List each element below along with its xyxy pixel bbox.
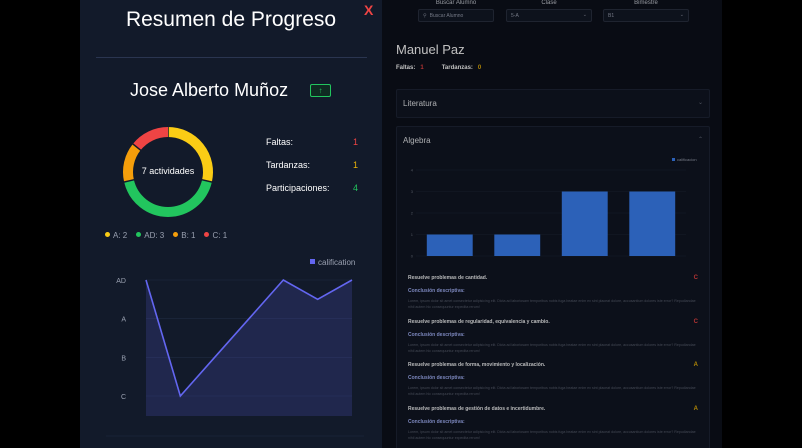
legend-item: C: 1	[204, 231, 227, 240]
page: Buscar Alumno ⚲ Buscar Alumno Clase 5-A ⌄…	[0, 0, 802, 448]
legend-label: C: 1	[212, 231, 228, 240]
divider	[96, 57, 367, 58]
stat-label: Participaciones:	[266, 183, 330, 193]
legend-dot	[204, 232, 210, 237]
donut-legend: A: 2 AD: 3 B: 1 C: 1	[105, 231, 236, 240]
y-tick-label: B	[121, 355, 126, 362]
legend-label: A: 2	[113, 231, 128, 240]
legend-label: B: 1	[181, 231, 196, 240]
legend-label: calification	[318, 258, 356, 267]
series-area	[146, 280, 352, 416]
y-tick-label: C	[121, 394, 126, 401]
right-margin	[722, 0, 802, 448]
donut-slice-ad	[124, 179, 212, 217]
stat-participaciones: Participaciones: 4	[266, 183, 358, 193]
stat-label: Tardanzas:	[266, 160, 311, 170]
modal-student-name: Jose Alberto Muñoz	[130, 80, 289, 100]
line-chart-legend: calification	[310, 258, 355, 267]
stat-value: 1	[352, 137, 358, 147]
donut-slice-c	[132, 127, 169, 151]
calification-area-chart: C B A AD	[106, 278, 364, 437]
left-margin	[0, 0, 80, 448]
donut-center-label: 7 actividades	[141, 166, 195, 176]
modal-title: Resumen de Progreso	[125, 8, 337, 31]
stat-tardanzas: Tardanzas: 1	[266, 160, 358, 170]
legend-swatch	[310, 259, 315, 264]
legend-dot	[173, 232, 179, 237]
legend-dot	[136, 232, 142, 237]
legend-item: A: 2	[105, 231, 127, 240]
stat-value: 1	[352, 160, 358, 170]
legend-item: B: 1	[173, 231, 195, 240]
stat-faltas: Faltas: 1	[266, 137, 358, 147]
arrow-up-icon[interactable]: ↑	[310, 84, 331, 97]
stat-label: Faltas:	[266, 137, 294, 147]
legend-label: AD: 3	[144, 231, 165, 240]
close-button[interactable]: X	[364, 2, 373, 18]
y-tick-label: AD	[116, 278, 126, 285]
legend-dot	[105, 232, 110, 237]
y-tick-label: A	[121, 317, 126, 324]
legend-item: AD: 3	[136, 231, 164, 240]
stat-value: 4	[352, 183, 358, 193]
